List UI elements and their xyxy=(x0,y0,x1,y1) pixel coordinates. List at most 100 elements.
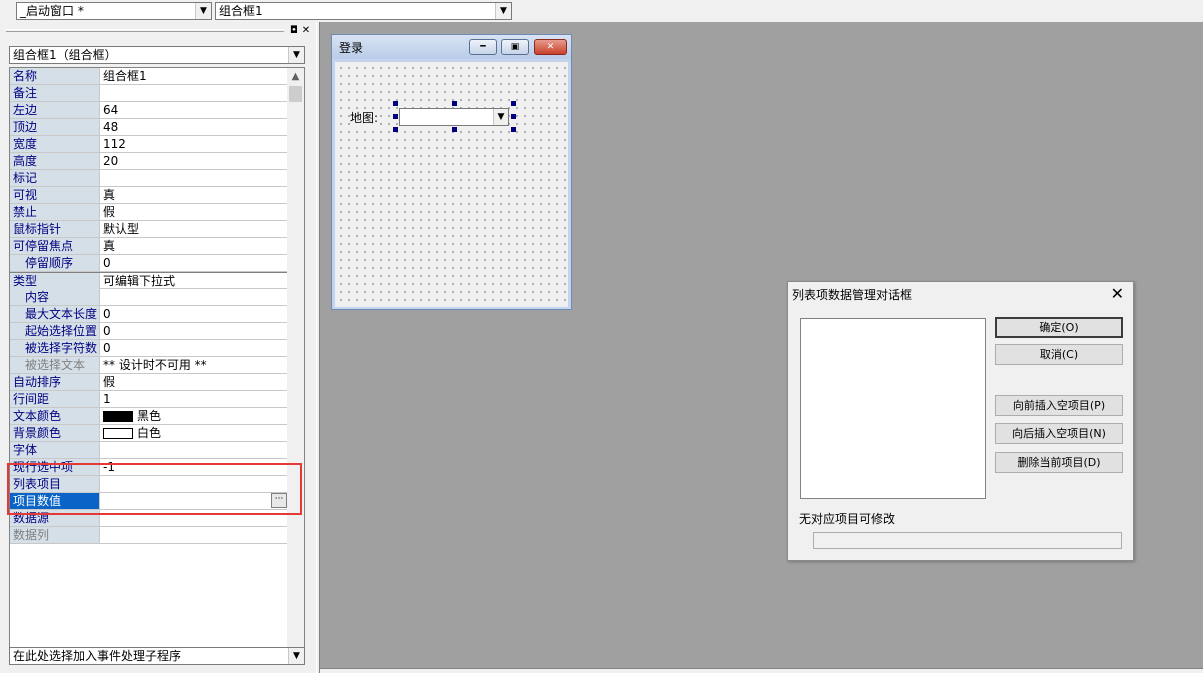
resize-handle[interactable] xyxy=(511,127,516,132)
property-row[interactable]: 鼠标指针 默认型 xyxy=(10,221,289,238)
property-row[interactable]: 最大文本长度 0 xyxy=(10,306,289,323)
property-row[interactable]: 被选择字符数 0 xyxy=(10,340,289,357)
close-icon[interactable]: ✕ xyxy=(534,39,567,55)
property-value[interactable]: 组合框1 xyxy=(102,68,288,84)
resize-handle[interactable] xyxy=(511,101,516,106)
property-value[interactable]: 0 xyxy=(102,255,288,271)
property-value[interactable]: ** 设计时不可用 ** xyxy=(102,357,288,373)
login-window[interactable]: 登录 ━ ▣ ✕ 地图: ▼ xyxy=(331,34,572,310)
item-listbox[interactable] xyxy=(800,318,986,499)
property-name: 类型 xyxy=(10,273,100,289)
property-row[interactable]: 宽度 112 xyxy=(10,136,289,153)
property-row[interactable]: 起始选择位置 0 xyxy=(10,323,289,340)
property-value[interactable]: 假 xyxy=(102,374,288,390)
object-select[interactable]: 组合框1（组合框） ▼ xyxy=(9,46,305,64)
window-select[interactable]: _启动窗口 * ▼ xyxy=(16,2,212,20)
ok-button[interactable]: 确定(O) xyxy=(995,317,1123,338)
chevron-down-icon[interactable]: ▼ xyxy=(288,47,304,63)
resize-handle[interactable] xyxy=(393,114,398,119)
property-name: 宽度 xyxy=(10,136,100,152)
resize-handle[interactable] xyxy=(452,101,457,106)
property-name: 被选择字符数 xyxy=(10,340,100,356)
event-select[interactable]: 在此处选择加入事件处理子程序 ▼ xyxy=(9,647,305,665)
property-row[interactable]: 标记 xyxy=(10,170,289,187)
property-name: 标记 xyxy=(10,170,100,186)
panel-grip[interactable] xyxy=(6,29,284,32)
map-combobox[interactable]: ▼ xyxy=(399,108,509,126)
property-value[interactable]: 48 xyxy=(102,119,288,135)
resize-handle[interactable] xyxy=(511,114,516,119)
resize-handle[interactable] xyxy=(393,101,398,106)
close-icon[interactable]: ✕ xyxy=(1111,284,1124,303)
property-name: 内容 xyxy=(10,289,100,305)
property-row[interactable]: 自动排序假 xyxy=(10,374,289,391)
resize-handle[interactable] xyxy=(393,127,398,132)
chevron-down-icon[interactable]: ▼ xyxy=(493,109,508,125)
property-name: 备注 xyxy=(10,85,100,101)
property-value[interactable]: 1 xyxy=(102,391,288,407)
property-row[interactable]: 文本颜色 黑色 xyxy=(10,408,289,425)
property-value[interactable]: 64 xyxy=(102,102,288,118)
property-value[interactable]: 白色 xyxy=(102,425,288,441)
scroll-up-icon[interactable]: ▲ xyxy=(287,68,304,85)
property-value[interactable]: 黑色 xyxy=(102,408,288,424)
property-value[interactable] xyxy=(102,442,288,458)
cancel-button[interactable]: 取消(C) xyxy=(995,344,1123,365)
property-row[interactable]: 停留顺序 0 xyxy=(10,255,289,272)
property-value[interactable]: 真 xyxy=(102,187,288,203)
window-client-area[interactable]: 地图: ▼ xyxy=(335,62,568,307)
property-row[interactable]: 左边 64 xyxy=(10,102,289,119)
insert-after-button[interactable]: 向后插入空项目(N) xyxy=(995,423,1123,444)
property-name: 数据列 xyxy=(10,527,100,543)
maximize-icon[interactable]: ▣ xyxy=(501,39,529,55)
property-row[interactable]: 名称 组合框1 xyxy=(10,68,289,85)
editor-tabs[interactable] xyxy=(320,668,1203,673)
property-row[interactable]: 内容 xyxy=(10,289,289,306)
property-value[interactable] xyxy=(102,527,288,543)
property-value[interactable]: 20 xyxy=(102,153,288,169)
property-name: 被选择文本 xyxy=(10,357,100,373)
property-row[interactable]: 可停留焦点真 xyxy=(10,238,289,255)
property-value[interactable] xyxy=(102,85,288,101)
property-value[interactable] xyxy=(102,289,288,305)
pin-icon[interactable]: ◘ xyxy=(288,25,300,37)
list-data-dialog[interactable]: 列表项数据管理对话框 ✕ 确定(O) 取消(C) 向前插入空项目(P) 向后插入… xyxy=(787,281,1134,561)
close-icon[interactable]: ✕ xyxy=(300,25,312,37)
property-row[interactable]: 数据列 xyxy=(10,527,289,544)
property-row[interactable]: 行间距 1 xyxy=(10,391,289,408)
chevron-down-icon[interactable]: ▼ xyxy=(495,3,511,19)
property-value[interactable]: 可编辑下拉式 xyxy=(102,273,288,289)
scroll-thumb[interactable] xyxy=(289,86,302,102)
bottom-panel-tabs[interactable] xyxy=(0,665,316,673)
insert-before-button[interactable]: 向前插入空项目(P) xyxy=(995,395,1123,416)
property-name: 字体 xyxy=(10,442,100,458)
property-row[interactable]: 备注 xyxy=(10,85,289,102)
window-titlebar[interactable]: 登录 ━ ▣ ✕ xyxy=(332,35,571,59)
vertical-scrollbar[interactable]: ▲ ▼ xyxy=(287,68,304,664)
component-select[interactable]: 组合框1 ▼ xyxy=(215,2,512,20)
delete-item-button[interactable]: 删除当前项目(D) xyxy=(995,452,1123,473)
property-value[interactable]: 112 xyxy=(102,136,288,152)
property-row[interactable]: 顶边 48 xyxy=(10,119,289,136)
property-row[interactable]: 类型 可编辑下拉式 xyxy=(10,272,289,289)
chevron-down-icon[interactable]: ▼ xyxy=(288,648,304,664)
property-grid: 名称 组合框1 备注 左边 64 顶边 48 宽度 112 高度 20 标记 可视真禁止假鼠标指针 默认型… xyxy=(9,67,305,665)
property-row[interactable]: 被选择文本 ** 设计时不可用 ** xyxy=(10,357,289,374)
property-value[interactable]: 0 xyxy=(102,340,288,356)
property-row[interactable]: 高度 20 xyxy=(10,153,289,170)
property-row[interactable]: 背景颜色 白色 xyxy=(10,425,289,442)
property-row[interactable]: 禁止假 xyxy=(10,204,289,221)
property-value[interactable] xyxy=(102,170,288,186)
chevron-down-icon[interactable]: ▼ xyxy=(195,3,211,19)
property-value[interactable]: 默认型 xyxy=(102,221,288,237)
property-value[interactable]: 0 xyxy=(102,323,288,339)
property-value[interactable]: 真 xyxy=(102,238,288,254)
property-row[interactable]: 字体 xyxy=(10,442,289,459)
property-row[interactable]: 可视真 xyxy=(10,187,289,204)
property-value[interactable]: 假 xyxy=(102,204,288,220)
resize-handle[interactable] xyxy=(452,127,457,132)
item-value-input[interactable] xyxy=(813,532,1122,549)
property-value-text: 白色 xyxy=(137,426,162,440)
property-value[interactable]: 0 xyxy=(102,306,288,322)
minimize-icon[interactable]: ━ xyxy=(469,39,497,55)
